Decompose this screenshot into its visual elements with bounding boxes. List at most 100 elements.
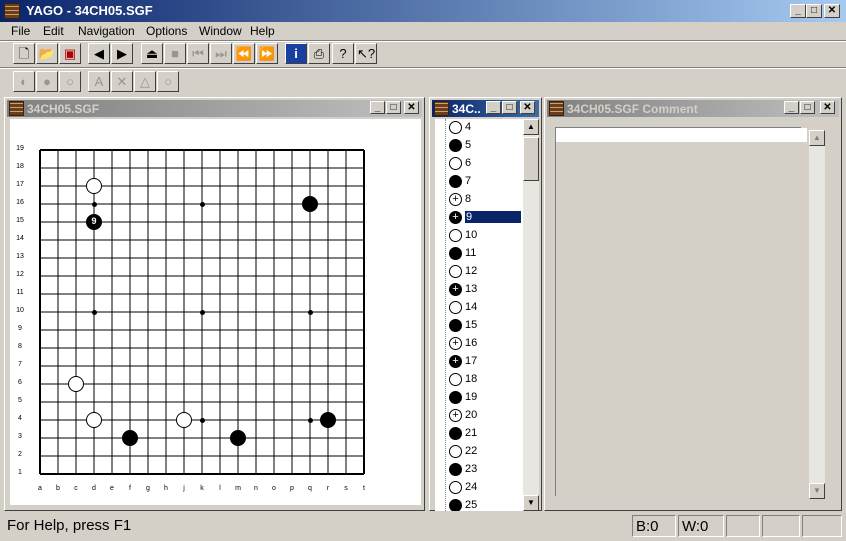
row-label: 1 [18,469,22,476]
fast-forward-icon[interactable]: ⏩ [256,43,278,64]
white-stone[interactable] [68,376,84,392]
move-list-item[interactable]: +13 [435,281,525,299]
star-point [308,310,313,315]
menu-bar: File Edit Navigation Options Window Help [0,22,846,41]
move-list-item[interactable]: 11 [435,245,525,263]
move-number: 11 [465,247,477,259]
forward-icon[interactable]: ▶ [111,43,133,64]
app-title-bar[interactable]: YAGO - 34CH05.SGF _ □ ✕ [0,0,846,22]
move-list-item[interactable]: +8 [435,191,525,209]
board-close-button[interactable]: ✕ [404,101,419,114]
move-list-item[interactable]: 24 [435,479,525,497]
move-list-item[interactable]: +20 [435,407,525,425]
back-icon[interactable]: ◀ [88,43,110,64]
move-list-item[interactable]: +9 [435,209,525,227]
move-number: 25 [465,499,478,511]
board-minimize-button[interactable]: _ [370,101,385,114]
move-list-item[interactable]: 18 [435,371,525,389]
comment-text-area[interactable] [555,127,807,496]
sgf-document-icon [9,101,24,116]
white-stone[interactable] [86,412,102,428]
comment-scrollbar[interactable]: ▲ ▼ [809,130,825,499]
scroll-up-icon[interactable]: ▲ [809,130,825,146]
menu-edit[interactable]: Edit [43,24,64,38]
move-list-scrollbar[interactable]: ▲ ▼ [523,119,539,511]
comment-text[interactable] [556,128,807,142]
comment-close-button[interactable]: ✕ [820,101,835,114]
black-stone-icon[interactable]: ● [36,71,58,92]
move-list-item[interactable]: 23 [435,461,525,479]
move-list-item[interactable]: 6 [435,155,525,173]
row-label: 2 [18,451,22,458]
tree-close-button[interactable]: ✕ [520,101,535,114]
move-list-item[interactable]: 5 [435,137,525,155]
move-list-item[interactable]: +16 [435,335,525,353]
move-list-title-bar[interactable]: 34C... _ □ ✕ [432,100,539,117]
comment-title-bar[interactable]: 34CH05.SGF Comment _ □ ✕ [547,100,839,117]
help-icon[interactable]: ? [332,43,354,64]
column-label: j [183,485,185,492]
move-list-item[interactable]: 4 [435,119,525,137]
white-stone-icon [449,373,462,386]
board-maximize-button[interactable]: □ [386,101,401,114]
move-list-item[interactable]: 25 [435,497,525,511]
move-list-item[interactable]: 12 [435,263,525,281]
menu-help[interactable]: Help [250,24,275,38]
yago-app-icon[interactable] [4,3,20,19]
label-a-icon[interactable]: A [88,71,110,92]
white-stone[interactable] [176,412,192,428]
rewind-icon[interactable]: ⏪ [233,43,255,64]
triangle-mark-icon[interactable]: △ [134,71,156,92]
white-stone-icon[interactable]: ○ [59,71,81,92]
move-list-item[interactable]: 19 [435,389,525,407]
black-stone[interactable] [302,196,318,212]
black-stone[interactable] [122,430,138,446]
first-move-icon[interactable]: ⏮ [187,43,209,64]
stop-icon[interactable]: ■ [164,43,186,64]
row-label: 19 [16,145,24,152]
tree-minimize-button[interactable]: _ [486,101,501,114]
alternate-stone-icon[interactable]: ◐ [13,71,35,92]
white-stone[interactable] [86,178,102,194]
move-list-item[interactable]: +17 [435,353,525,371]
save-icon[interactable]: ▣ [59,43,81,64]
row-label: 7 [18,361,22,368]
scrollbar-thumb[interactable] [523,137,539,181]
open-folder-icon[interactable]: 📂 [36,43,58,64]
move-number: 22 [465,445,478,457]
eject-icon[interactable]: ⏏ [141,43,163,64]
black-stone[interactable]: 9 [86,214,102,230]
scroll-down-icon[interactable]: ▼ [523,495,539,511]
scroll-up-icon[interactable]: ▲ [523,119,539,135]
black-stone[interactable] [230,430,246,446]
move-list-item[interactable]: 14 [435,299,525,317]
menu-file[interactable]: File [11,24,30,38]
move-list-item[interactable]: 22 [435,443,525,461]
minimize-button[interactable]: _ [790,4,806,18]
tree-maximize-button[interactable]: □ [502,101,517,114]
board-window-title-bar[interactable]: 34CH05.SGF _ □ ✕ [7,100,422,117]
maximize-button[interactable]: □ [806,4,822,18]
mark-x-icon[interactable]: ✕ [111,71,133,92]
move-number: 24 [465,481,478,493]
last-move-icon[interactable]: ⏭ [210,43,232,64]
row-label: 15 [16,217,24,224]
menu-options[interactable]: Options [146,24,187,38]
comment-minimize-button[interactable]: _ [784,101,799,114]
circle-mark-icon[interactable]: ○ [157,71,179,92]
go-board[interactable]: 19 18 17 16 15 14 13 12 11 10 9 8 7 6 5 4 3 2 1 a b c d e f g h j k l… [10,119,421,505]
move-list-item[interactable]: 7 [435,173,525,191]
close-button[interactable]: ✕ [824,4,840,18]
context-help-icon[interactable]: ↖? [355,43,377,64]
new-file-icon[interactable]: 🗋 [13,43,35,64]
move-list-item[interactable]: 21 [435,425,525,443]
black-stone[interactable] [320,412,336,428]
scroll-down-icon[interactable]: ▼ [809,483,825,499]
menu-navigation[interactable]: Navigation [78,24,135,38]
menu-window[interactable]: Window [199,24,242,38]
print-icon[interactable]: ⎙ [308,43,330,64]
info-icon[interactable]: i [285,43,307,64]
move-list-item[interactable]: 10 [435,227,525,245]
move-list-item[interactable]: 15 [435,317,525,335]
comment-maximize-button[interactable]: □ [800,101,815,114]
